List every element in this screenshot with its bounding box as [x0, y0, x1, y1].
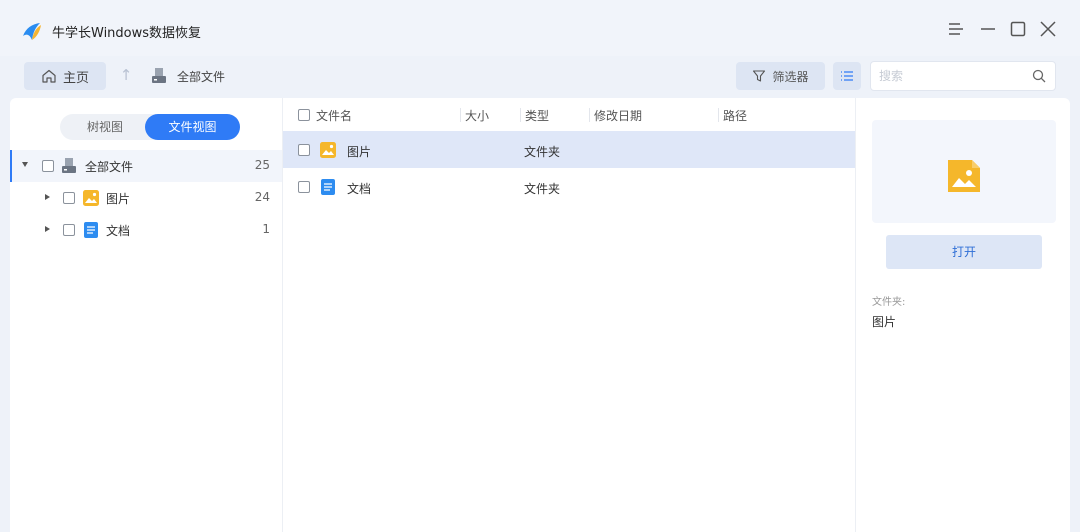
breadcrumb-label[interactable]: 全部文件	[177, 68, 225, 85]
list-icon	[841, 71, 853, 81]
view-toggle: 树视图 文件视图	[60, 114, 240, 140]
document-folder-icon	[84, 222, 98, 238]
row-type: 文件夹	[524, 182, 561, 196]
tree-checkbox[interactable]	[63, 224, 75, 236]
home-button-label: 主页	[62, 70, 89, 86]
table-row[interactable]: 文档 文件夹	[283, 168, 855, 205]
tree-item-all-files[interactable]: 全部文件 25	[10, 150, 282, 182]
drive-icon	[62, 158, 76, 173]
collapse-arrow-icon[interactable]	[22, 162, 28, 167]
toolbar: 主页 ↑ 全部文件 筛选器	[0, 56, 1080, 98]
tree-item-documents[interactable]: 文档 1	[10, 214, 282, 246]
column-divider	[520, 108, 521, 122]
tree-checkbox[interactable]	[63, 192, 75, 204]
preview-thumbnail	[872, 120, 1056, 223]
image-folder-icon	[320, 142, 336, 158]
title-bar: 牛学长Windows数据恢复	[0, 0, 1080, 56]
app-logo-icon	[23, 23, 41, 40]
expand-arrow-icon[interactable]	[45, 226, 50, 232]
column-header-type[interactable]: 类型	[525, 107, 549, 124]
image-folder-icon	[948, 160, 980, 192]
home-icon	[42, 69, 56, 83]
row-checkbox[interactable]	[298, 181, 310, 193]
row-name: 图片	[347, 145, 372, 159]
tree-checkbox[interactable]	[42, 160, 54, 172]
home-button[interactable]: 主页	[24, 62, 106, 90]
main-panel: 树视图 文件视图 全部文件 25 图片 24 文档 1 文件名 大小 类型 修改…	[10, 98, 1070, 532]
select-all-checkbox[interactable]	[298, 109, 310, 121]
search-icon[interactable]	[1031, 68, 1047, 84]
up-arrow-icon[interactable]: ↑	[118, 66, 134, 86]
tree-item-label: 文档	[106, 224, 131, 238]
tree-item-count: 1	[262, 222, 270, 236]
tab-file-view[interactable]: 文件视图	[145, 114, 240, 140]
tree-item-label: 全部文件	[85, 160, 134, 174]
close-icon[interactable]	[1036, 17, 1060, 41]
filter-button[interactable]: 筛选器	[736, 62, 825, 90]
menu-icon[interactable]	[944, 17, 968, 41]
row-checkbox[interactable]	[298, 144, 310, 156]
search-input[interactable]	[871, 62, 1021, 90]
column-header-path[interactable]: 路径	[723, 107, 747, 124]
app-title: 牛学长Windows数据恢复	[52, 26, 202, 41]
search-box	[870, 61, 1056, 91]
sidebar: 树视图 文件视图 全部文件 25 图片 24 文档 1	[10, 98, 283, 532]
filter-button-label: 筛选器	[772, 69, 809, 84]
table-header: 文件名 大小 类型 修改日期 路径	[283, 98, 855, 132]
column-divider	[589, 108, 590, 122]
meta-value: 图片	[872, 315, 897, 329]
maximize-icon[interactable]	[1006, 17, 1030, 41]
column-header-name[interactable]: 文件名	[316, 107, 352, 124]
document-folder-icon	[321, 179, 335, 195]
tree-item-images[interactable]: 图片 24	[10, 182, 282, 214]
open-button[interactable]: 打开	[886, 235, 1042, 269]
tree-item-label: 图片	[106, 192, 131, 206]
expand-arrow-icon[interactable]	[45, 194, 50, 200]
tab-tree-view[interactable]: 树视图	[60, 114, 150, 140]
column-header-date[interactable]: 修改日期	[594, 107, 642, 124]
image-folder-icon	[83, 190, 99, 206]
row-type: 文件夹	[524, 145, 561, 159]
tree-item-count: 25	[254, 158, 270, 172]
file-list: 文件名 大小 类型 修改日期 路径 图片 文件夹 文档 文件夹	[283, 98, 855, 532]
column-divider	[718, 108, 719, 122]
table-row[interactable]: 图片 文件夹	[283, 131, 855, 168]
drive-icon	[152, 68, 166, 83]
row-name: 文档	[347, 182, 372, 196]
column-divider	[460, 108, 461, 122]
meta-label: 文件夹:	[872, 297, 906, 308]
column-header-size[interactable]: 大小	[465, 107, 489, 124]
minimize-icon[interactable]	[976, 17, 1000, 41]
filter-icon	[753, 70, 766, 82]
list-view-button[interactable]	[833, 62, 861, 90]
preview-panel: 打开 文件夹: 图片	[855, 98, 1070, 532]
tree-item-count: 24	[254, 190, 270, 204]
